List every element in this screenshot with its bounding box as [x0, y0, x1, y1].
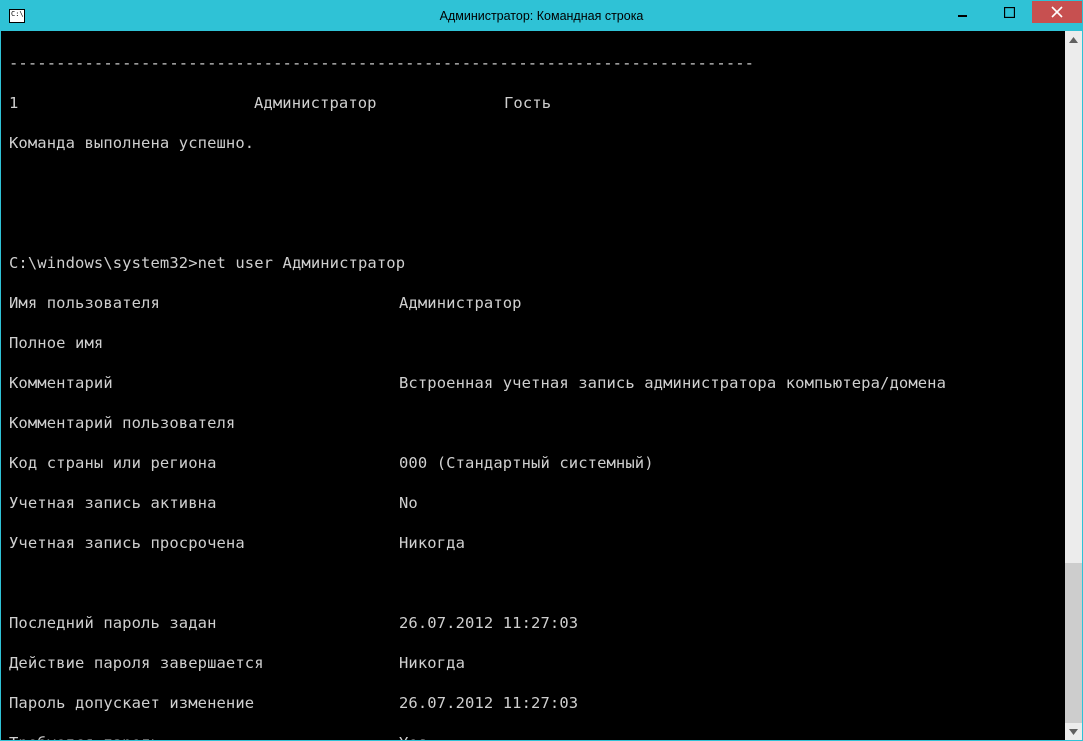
info-row: Учетная запись активнаNo [9, 493, 1057, 513]
info-val: 000 (Стандартный системный) [399, 453, 1057, 473]
vertical-scrollbar[interactable] [1065, 31, 1082, 740]
info-key: Комментарий [9, 373, 399, 393]
console-output[interactable]: ----------------------------------------… [1, 31, 1065, 740]
command-text: net user Администратор [198, 254, 406, 272]
info-row: Пароль допускает изменение26.07.2012 11:… [9, 693, 1057, 713]
info-key: Код страны или региона [9, 453, 399, 473]
info-val: 26.07.2012 11:27:03 [399, 613, 1057, 633]
success-line: Команда выполнена успешно. [9, 133, 1057, 153]
info-val [399, 413, 1057, 433]
info-val: Никогда [399, 533, 1057, 553]
info-key: Учетная запись активна [9, 493, 399, 513]
user-list-row: 1АдминистраторГость [9, 93, 1057, 113]
blank-line [9, 173, 1057, 193]
scroll-up-button[interactable] [1065, 31, 1082, 48]
prompt: C:\windows\system32> [9, 254, 198, 272]
scroll-track[interactable] [1065, 48, 1082, 723]
command-line: C:\windows\system32>net user Администрат… [9, 253, 1057, 273]
user-col-2: Администратор [254, 93, 504, 113]
cmd-window: Администратор: Командная строка --------… [0, 0, 1083, 741]
info-key: Действие пароля завершается [9, 653, 399, 673]
close-button[interactable] [1032, 1, 1082, 23]
window-title: Администратор: Командная строка [440, 9, 644, 23]
user-col-1: 1 [9, 93, 254, 113]
info-key: Пароль допускает изменение [9, 693, 399, 713]
titlebar[interactable]: Администратор: Командная строка [1, 1, 1082, 31]
scroll-thumb[interactable] [1065, 563, 1082, 723]
info-row: КомментарийВстроенная учетная запись адм… [9, 373, 1057, 393]
window-controls [940, 1, 1082, 23]
info-key: Имя пользователя [9, 293, 399, 313]
info-key: Требуется пароль [9, 733, 399, 740]
info-row: Учетная запись просроченаНикогда [9, 533, 1057, 553]
user-col-3: Гость [504, 93, 551, 113]
info-key: Учетная запись просрочена [9, 533, 399, 553]
scroll-down-button[interactable] [1065, 723, 1082, 740]
info-val: 26.07.2012 11:27:03 [399, 693, 1057, 713]
info-key: Полное имя [9, 333, 399, 353]
info-val [399, 333, 1057, 353]
info-val: Встроенная учетная запись администратора… [399, 373, 1057, 393]
info-val: Yes [399, 733, 1057, 740]
info-key: Последний пароль задан [9, 613, 399, 633]
info-val: Никогда [399, 653, 1057, 673]
maximize-button[interactable] [986, 1, 1032, 23]
info-row: Требуется парольYes [9, 733, 1057, 740]
info-row: Имя пользователяАдминистратор [9, 293, 1057, 313]
divider-line: ----------------------------------------… [9, 53, 1057, 73]
blank-line [9, 213, 1057, 233]
info-val: No [399, 493, 1057, 513]
console-area: ----------------------------------------… [1, 31, 1082, 740]
info-key: Комментарий пользователя [9, 413, 399, 433]
info-row: Комментарий пользователя [9, 413, 1057, 433]
info-val: Администратор [399, 293, 1057, 313]
info-row: Действие пароля завершаетсяНикогда [9, 653, 1057, 673]
info-row: Полное имя [9, 333, 1057, 353]
cmd-icon [9, 9, 25, 23]
info-row: Последний пароль задан26.07.2012 11:27:0… [9, 613, 1057, 633]
info-row: Код страны или региона000 (Стандартный с… [9, 453, 1057, 473]
blank-line [9, 573, 1057, 593]
minimize-button[interactable] [940, 1, 986, 23]
